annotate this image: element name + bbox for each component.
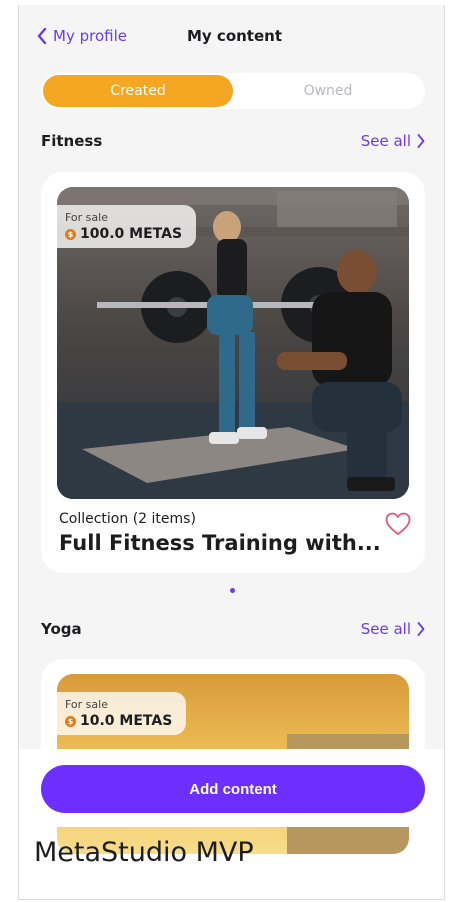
see-all-label: See all: [360, 620, 411, 638]
section-title: Fitness: [41, 132, 103, 150]
chevron-left-icon: [37, 28, 47, 44]
page-title: My content: [187, 27, 282, 45]
section-title: Yoga: [41, 620, 82, 638]
see-all-label: See all: [360, 132, 411, 150]
card-title: Full Fitness Training with...: [59, 531, 381, 555]
header: My profile My content: [19, 25, 444, 55]
sale-label: For sale: [65, 211, 108, 224]
coin-icon: $: [65, 228, 76, 240]
section-header-yoga: Yoga See all: [41, 620, 425, 642]
coin-icon: $: [65, 715, 76, 727]
price-value: 10.0 METAS: [80, 713, 173, 729]
tab-owned[interactable]: Owned: [233, 75, 423, 107]
carousel-indicator: [230, 588, 235, 593]
see-all-link[interactable]: See all: [361, 132, 425, 150]
price-value: 100.0 METAS: [80, 226, 183, 242]
content-card[interactable]: For sale $ 100.0 METAS Collection (2 ite…: [41, 172, 425, 573]
section-header-fitness: Fitness See all: [41, 132, 425, 154]
back-button[interactable]: My profile: [37, 27, 127, 45]
tab-created[interactable]: Created: [43, 75, 233, 107]
content-tabs: Created Owned: [41, 73, 425, 109]
back-label: My profile: [53, 27, 127, 45]
chevron-right-icon: [417, 622, 425, 636]
add-content-button[interactable]: Add content: [41, 765, 425, 813]
sale-badge: For sale $ 10.0 METAS: [57, 692, 187, 735]
collection-label: Collection (2 items): [59, 511, 196, 527]
price: $ 10.0 METAS: [65, 713, 172, 729]
app-name: MetaStudio MVP: [34, 837, 254, 868]
chevron-right-icon: [417, 134, 425, 148]
sale-label: For sale: [65, 698, 108, 711]
heart-icon[interactable]: [385, 512, 411, 536]
phone-frame: My profile My content Created Owned Fitn…: [18, 5, 445, 900]
sale-badge: For sale $ 100.0 METAS: [57, 205, 197, 248]
card-image: For sale $ 100.0 METAS: [57, 187, 409, 499]
price: $ 100.0 METAS: [65, 226, 182, 242]
see-all-link[interactable]: See all: [361, 620, 425, 638]
